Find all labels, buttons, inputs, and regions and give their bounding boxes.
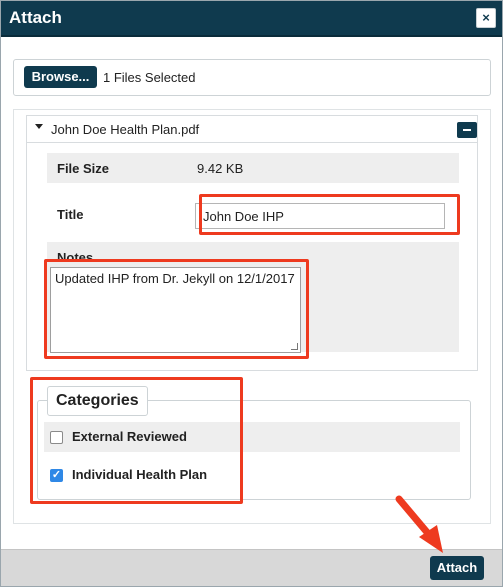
close-button[interactable]: × xyxy=(476,8,496,28)
categories-legend: Categories xyxy=(47,386,148,416)
browse-button[interactable]: Browse... xyxy=(24,66,97,88)
category-label: External Reviewed xyxy=(72,429,187,444)
files-selected-status: 1 Files Selected xyxy=(103,70,196,85)
file-size-label: File Size xyxy=(57,161,110,176)
attach-dialog: Attach × Browse... 1 Files Selected John… xyxy=(0,0,503,587)
attach-button[interactable]: Attach xyxy=(430,556,484,580)
category-row-individual-health-plan: ✓ Individual Health Plan xyxy=(44,462,460,492)
category-label: Individual Health Plan xyxy=(72,467,208,482)
minus-icon xyxy=(463,129,471,131)
notes-text: Updated IHP from Dr. Jekyll on 12/1/2017 xyxy=(55,271,295,286)
resize-grip-icon[interactable] xyxy=(291,343,298,350)
notes-textarea[interactable]: Updated IHP from Dr. Jekyll on 12/1/2017 xyxy=(50,267,301,353)
category-row-external-reviewed: External Reviewed xyxy=(44,422,460,452)
file-size-value: 9.42 KB xyxy=(197,161,244,176)
dialog-footer: Attach xyxy=(1,549,502,586)
dialog-titlebar: Attach × xyxy=(1,1,502,37)
title-input[interactable] xyxy=(195,203,445,229)
collapse-button[interactable] xyxy=(457,122,477,138)
caret-down-icon[interactable] xyxy=(35,124,43,129)
notes-label: Notes xyxy=(57,250,94,265)
file-header[interactable]: John Doe Health Plan.pdf xyxy=(26,115,478,143)
file-size-row: File Size 9.42 KB xyxy=(47,153,459,183)
external-reviewed-checkbox[interactable] xyxy=(50,431,63,444)
dialog-title: Attach xyxy=(9,8,62,27)
file-name: John Doe Health Plan.pdf xyxy=(51,122,200,137)
close-icon: × xyxy=(482,10,490,25)
title-label: Title xyxy=(57,207,84,222)
file-panel: John Doe Health Plan.pdf File Size 9.42 … xyxy=(13,109,491,524)
individual-health-plan-checkbox[interactable]: ✓ xyxy=(50,469,63,482)
file-details: File Size 9.42 KB Title Notes Updated IH… xyxy=(26,143,478,371)
upload-section: Browse... 1 Files Selected xyxy=(13,59,491,96)
